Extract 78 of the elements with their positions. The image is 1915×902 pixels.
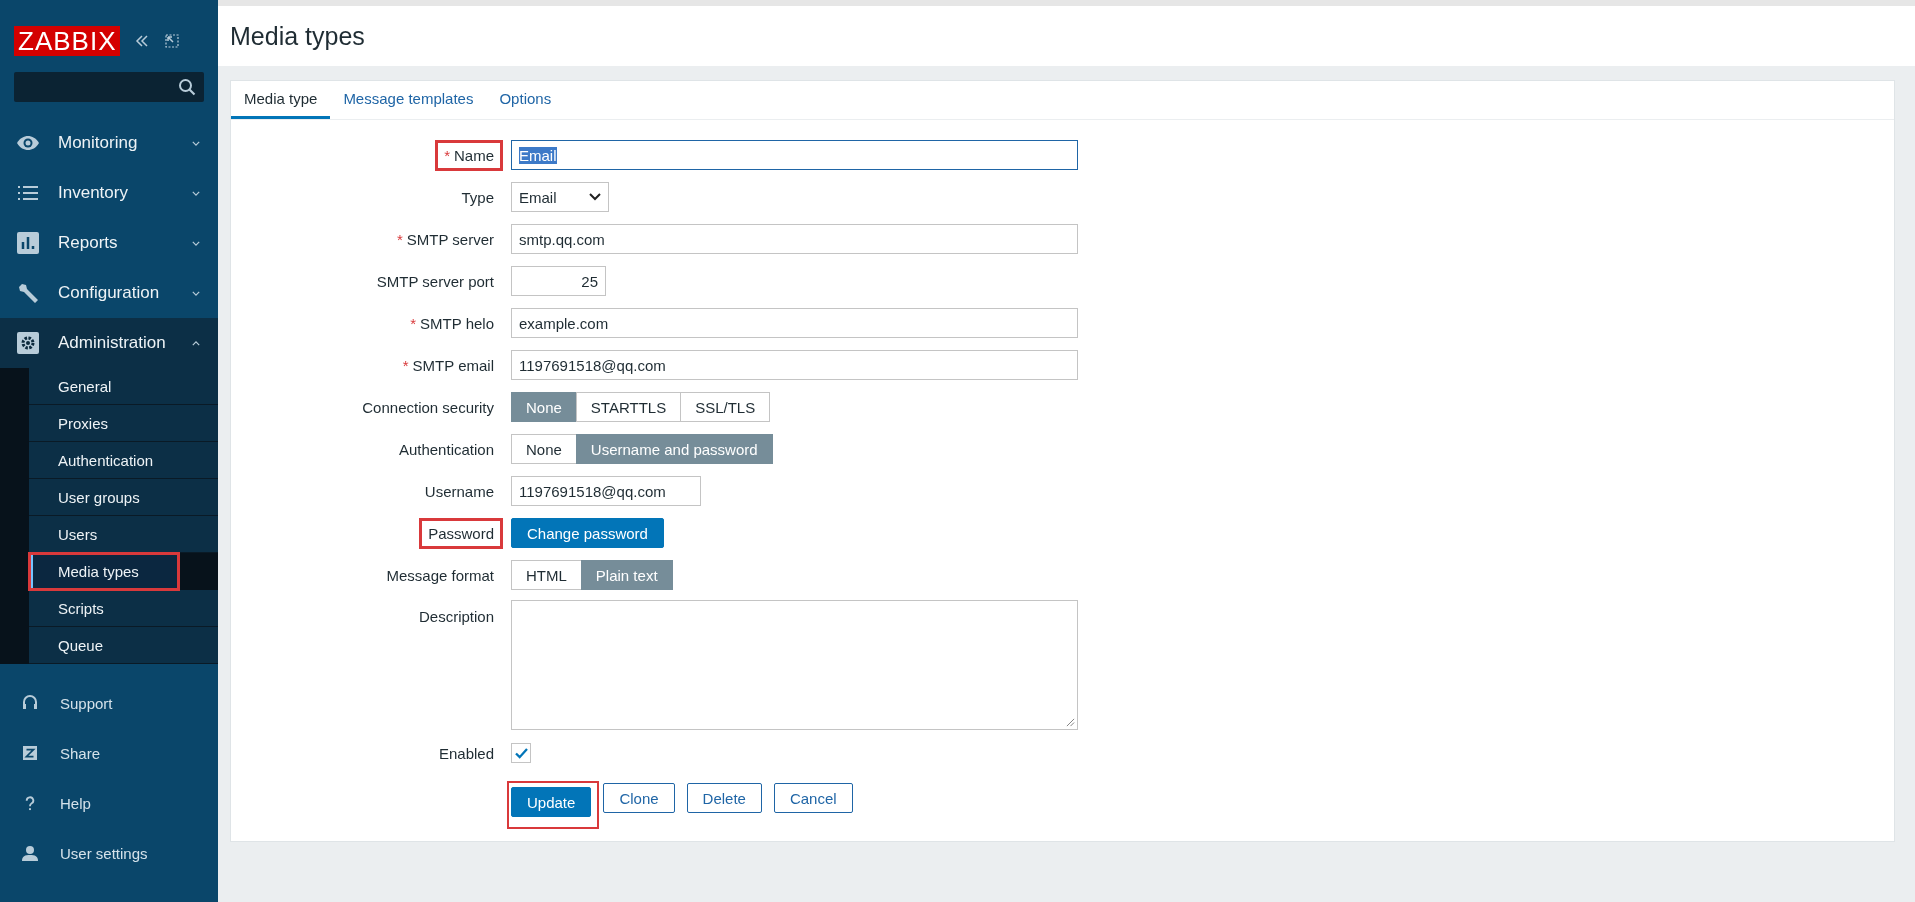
menu-label: Inventory — [58, 183, 129, 203]
required-asterisk: * — [396, 230, 403, 248]
user-icon — [22, 845, 38, 861]
chevron-down-icon — [589, 193, 601, 201]
collapse-icon[interactable] — [134, 33, 151, 49]
menu-item[interactable]: Administration — [0, 318, 218, 368]
headset-icon — [22, 695, 38, 711]
footer-label: Support — [60, 694, 113, 712]
zabbix-logo[interactable]: ZABBIX — [14, 26, 121, 56]
text-input[interactable]: Email — [511, 140, 1078, 170]
menu-label: Reports — [58, 233, 119, 253]
radio-option[interactable]: HTML — [511, 560, 582, 590]
footer-link[interactable]: User settings — [0, 828, 218, 878]
submenu-item[interactable]: Queue — [29, 627, 218, 664]
required-asterisk: * — [444, 146, 450, 164]
submenu-item[interactable]: Authentication — [29, 442, 218, 479]
resize-grip-icon[interactable] — [1066, 718, 1075, 727]
text-input[interactable]: smtp.qq.com — [511, 224, 1078, 254]
label-text: Password — [428, 524, 494, 542]
label-text: Description — [418, 608, 494, 625]
tab[interactable]: Media type — [231, 81, 331, 119]
label-text: Authentication — [398, 440, 494, 458]
label-text: Name — [454, 146, 494, 164]
submenu-item[interactable]: Proxies — [29, 405, 218, 442]
tab[interactable]: Options — [486, 81, 565, 119]
radio-option[interactable]: STARTTLS — [575, 392, 682, 422]
label-text: SMTP helo — [420, 314, 494, 332]
checkmark-icon — [514, 747, 528, 759]
label-text: Enabled — [438, 744, 494, 762]
tab[interactable]: Message templates — [330, 81, 487, 119]
search-icon — [178, 78, 196, 96]
update-button[interactable]: Update — [511, 787, 592, 817]
text-input[interactable]: 1197691518@qq.com — [511, 350, 1078, 380]
bar-chart-icon — [16, 231, 40, 255]
footer-label: Share — [60, 744, 101, 762]
text-input[interactable]: example.com — [511, 308, 1078, 338]
footer-link[interactable]: Help — [0, 778, 218, 828]
menu-item[interactable]: Monitoring — [0, 118, 218, 168]
submenu-item[interactable]: Users — [29, 516, 218, 553]
form-button[interactable]: Cancel — [773, 783, 853, 813]
fullscreen-icon[interactable] — [164, 33, 181, 49]
menu-label: Administration — [58, 333, 167, 353]
form-button[interactable]: Clone — [603, 783, 675, 813]
submenu-item[interactable]: General — [29, 368, 218, 405]
label-text: SMTP server — [406, 230, 494, 248]
checkbox[interactable] — [511, 743, 531, 763]
text-input[interactable]: 1197691518@qq.com — [511, 476, 701, 506]
required-asterisk: * — [410, 314, 417, 332]
label-text: Message format — [386, 566, 494, 584]
radio-option[interactable]: SSL/TLS — [680, 392, 771, 422]
submenu-item[interactable]: Media types — [29, 553, 179, 590]
label-text: SMTP email — [412, 356, 494, 374]
footer-link[interactable]: Support — [0, 678, 218, 728]
type-dropdown[interactable]: Email — [511, 182, 609, 212]
footer-label: User settings — [60, 844, 148, 862]
z-square-icon — [22, 746, 38, 760]
radio-option[interactable]: None — [511, 434, 577, 464]
footer-link[interactable]: Share — [0, 728, 218, 778]
footer-label: Help — [60, 794, 91, 812]
submenu-item[interactable]: Scripts — [29, 590, 218, 627]
form-button[interactable]: Delete — [686, 783, 762, 813]
submenu-item[interactable]: User groups — [29, 479, 218, 516]
menu-item[interactable]: Inventory — [0, 168, 218, 218]
search-field[interactable] — [14, 72, 204, 102]
label-text: SMTP server port — [376, 272, 494, 290]
number-input[interactable]: 25 — [511, 266, 606, 296]
change-password-button[interactable]: Change password — [511, 518, 664, 548]
menu-item[interactable]: Configuration — [0, 268, 218, 318]
required-asterisk: * — [402, 356, 409, 374]
label-text: Type — [461, 188, 494, 206]
menu-item[interactable]: Reports — [0, 218, 218, 268]
menu-label: Configuration — [58, 283, 161, 303]
wrench-icon — [16, 281, 40, 305]
menu-label: Monitoring — [58, 133, 139, 153]
page-title: Media types — [230, 21, 365, 51]
gear-icon — [16, 331, 40, 355]
label-text: Username — [424, 482, 494, 500]
label-text: Connection security — [362, 398, 494, 416]
